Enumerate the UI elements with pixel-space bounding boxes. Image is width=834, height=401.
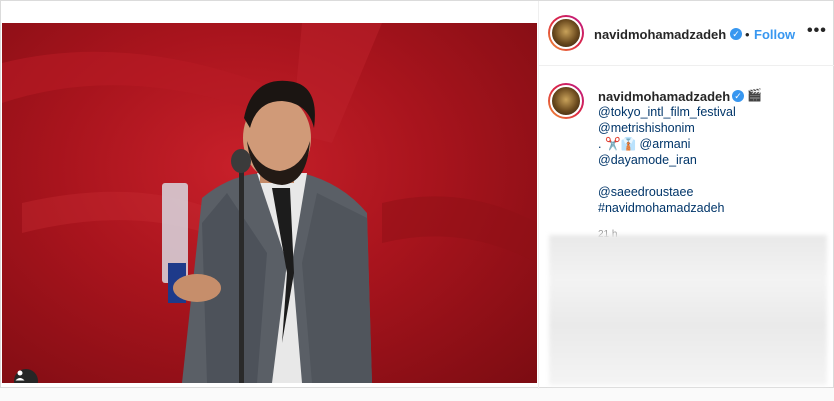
caption-mention-tokyo[interactable]: @tokyo_intl_film_festival (598, 105, 736, 119)
caption-mention-armani[interactable]: . ✂️👔 @armani (598, 137, 690, 152)
instagram-post: navidmohamadzadeh ✓ • Follow ••• navidmo… (0, 0, 834, 389)
caption-mention-saeedroustaee[interactable]: @saeedroustaee (598, 185, 693, 199)
avatar[interactable] (548, 15, 584, 51)
post-sidebar: navidmohamadzadeh ✓ • Follow ••• navidmo… (538, 1, 834, 389)
user-tag-icon (15, 370, 25, 381)
more-options-icon[interactable]: ••• (807, 22, 827, 40)
post-header: navidmohamadzadeh ✓ • Follow ••• (539, 1, 834, 66)
caption-mention-metrishishonim[interactable]: @metrishishonim (598, 121, 695, 135)
verified-badge-icon: ✓ (730, 28, 742, 40)
header-username[interactable]: navidmohamadzadeh (594, 27, 726, 42)
caption-avatar[interactable] (548, 83, 584, 119)
caption-hashtag[interactable]: #navidmohamadzadeh (598, 201, 724, 215)
caption-verified-badge-icon: ✓ (732, 90, 744, 102)
blurred-comments-area (549, 235, 827, 385)
follow-button[interactable]: Follow (754, 27, 795, 42)
caption-mention-dayamode[interactable]: @dayamode_iran (598, 153, 697, 167)
caption-emoji: 🎬 (747, 88, 762, 102)
photo-scene (2, 23, 537, 383)
caption-username[interactable]: navidmohamadzadeh (598, 89, 730, 104)
separator-dot: • (745, 27, 750, 42)
post-photo[interactable] (2, 23, 537, 383)
